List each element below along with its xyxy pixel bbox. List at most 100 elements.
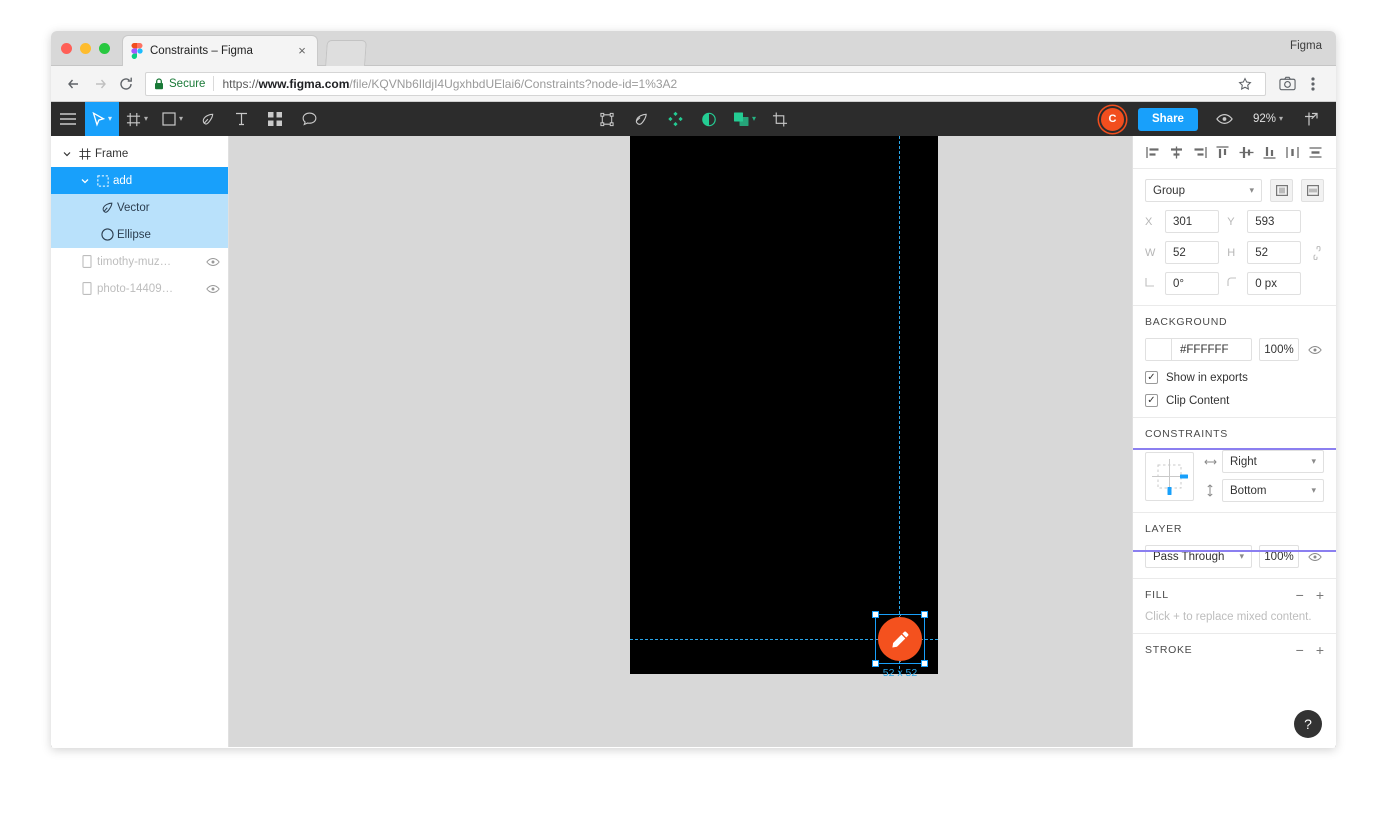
create-component-button[interactable] (658, 102, 692, 136)
clip-content-checkbox[interactable]: ✓ (1145, 394, 1158, 407)
eye-icon[interactable] (204, 284, 222, 294)
constraints-widget[interactable] (1145, 452, 1194, 501)
artboard-frame[interactable] (630, 136, 938, 674)
maximize-window-button[interactable] (99, 43, 110, 54)
background-section: BACKGROUND #FFFFFF 100% (1133, 306, 1336, 418)
components-tool-button[interactable] (258, 102, 292, 136)
avatar[interactable]: C (1101, 108, 1124, 131)
minimize-window-button[interactable] (80, 43, 91, 54)
object-type-select[interactable]: Group ▾ (1145, 179, 1262, 202)
help-button[interactable]: ? (1294, 710, 1322, 738)
add-fill-button[interactable]: + (1316, 589, 1324, 601)
browser-tab[interactable]: Constraints – Figma × (122, 35, 318, 66)
distribute-vertical-icon[interactable] (1306, 143, 1326, 161)
x-input[interactable]: 301 (1165, 210, 1219, 233)
remove-stroke-button[interactable]: − (1296, 644, 1304, 656)
corner-radius-input[interactable]: 0 px (1247, 272, 1301, 295)
eye-icon[interactable] (1306, 552, 1324, 562)
circle-icon (97, 228, 117, 241)
panel-fill-icon[interactable] (1270, 179, 1293, 202)
y-input[interactable]: 593 (1247, 210, 1301, 233)
blend-mode-select[interactable]: Pass Through ▾ (1145, 545, 1252, 568)
camera-icon[interactable] (1274, 71, 1300, 97)
rotation-input[interactable]: 0° (1165, 272, 1219, 295)
back-arrow-icon[interactable] (61, 71, 87, 97)
align-bottom-icon[interactable] (1259, 143, 1279, 161)
smooth-path-button[interactable] (624, 102, 658, 136)
vertical-constraint-select[interactable]: Bottom ▾ (1222, 479, 1324, 502)
resize-handle-top-right[interactable] (921, 611, 928, 618)
layer-row-frame[interactable]: Frame (51, 140, 228, 167)
align-top-icon[interactable] (1213, 143, 1233, 161)
star-icon[interactable] (1233, 72, 1257, 96)
add-stroke-button[interactable]: + (1316, 644, 1324, 656)
resize-handle-bottom-left[interactable] (872, 660, 879, 667)
boolean-groups-button[interactable]: ▾ (726, 102, 763, 136)
resize-handle-bottom-right[interactable] (921, 660, 928, 667)
layer-row-vector[interactable]: Vector (51, 194, 228, 221)
search-input[interactable]: Secure https://www.figma.com/file/KQVNb6… (145, 72, 1266, 96)
object-type-value: Group (1153, 185, 1185, 197)
comment-tool-button[interactable] (292, 102, 326, 136)
edit-object-button[interactable] (590, 102, 624, 136)
selection-box[interactable] (875, 614, 925, 664)
crop-button[interactable] (763, 102, 797, 136)
link-ratio-icon[interactable] (1309, 244, 1324, 262)
layer-row-image-2[interactable]: photo-14409… (51, 275, 228, 302)
share-button[interactable]: Share (1138, 108, 1198, 131)
shape-tool-button[interactable]: ▾ (155, 102, 190, 136)
close-icon[interactable]: × (295, 44, 309, 58)
present-eye-icon[interactable] (1208, 102, 1242, 136)
eye-icon[interactable] (204, 257, 222, 267)
color-swatch[interactable] (1146, 339, 1172, 360)
horizontal-constraint-select[interactable]: Right ▾ (1222, 450, 1324, 473)
layer-opacity-input[interactable]: 100% (1259, 545, 1299, 568)
move-tool-button[interactable]: ▾ (85, 102, 119, 136)
layer-row-image-1[interactable]: timothy-muz… (51, 248, 228, 275)
url-text: https://www.figma.com/file/KQVNb6IldjI4U… (222, 77, 1233, 91)
mask-button[interactable] (692, 102, 726, 136)
url-domain: www.figma.com (258, 77, 349, 91)
zoom-level-button[interactable]: 92% ▾ (1246, 102, 1290, 136)
new-tab-button[interactable] (325, 40, 367, 66)
resize-handle-top-left[interactable] (872, 611, 879, 618)
browser-tab-strip: Constraints – Figma × Share Figma (51, 31, 1336, 66)
layer-row-add[interactable]: add (51, 167, 228, 194)
canvas-area[interactable]: 52 x 52 (229, 136, 1132, 747)
background-color-field[interactable]: #FFFFFF (1145, 338, 1252, 361)
align-vertical-center-icon[interactable] (1236, 143, 1256, 161)
figma-toolbar: ▾ ▾ ▾ (51, 102, 1336, 136)
panel-fit-icon[interactable] (1301, 179, 1324, 202)
fill-header: FILL − + (1145, 589, 1324, 601)
close-window-button[interactable] (61, 43, 72, 54)
three-dot-menu-icon[interactable] (1300, 71, 1326, 97)
text-tool-button[interactable] (224, 102, 258, 136)
height-input[interactable]: 52 (1247, 241, 1301, 264)
browser-window: Constraints – Figma × Share Figma (51, 31, 1336, 748)
chevron-down-icon[interactable] (77, 178, 93, 184)
pen-tool-button[interactable] (190, 102, 224, 136)
background-opacity-input[interactable]: 100% (1259, 338, 1299, 361)
show-in-exports-checkbox[interactable]: ✓ (1145, 371, 1158, 384)
url-scheme: https:// (222, 77, 258, 91)
align-right-icon[interactable] (1190, 143, 1210, 161)
main-menu-button[interactable] (51, 102, 85, 136)
show-in-exports-row[interactable]: ✓ Show in exports (1145, 371, 1324, 384)
frame-tool-button[interactable]: ▾ (119, 102, 155, 136)
align-horizontal-center-icon[interactable] (1166, 143, 1186, 161)
clip-content-row[interactable]: ✓ Clip Content (1145, 394, 1324, 407)
background-color-row: #FFFFFF 100% (1145, 338, 1324, 361)
align-left-icon[interactable] (1143, 143, 1163, 161)
layer-row-ellipse[interactable]: Ellipse (51, 221, 228, 248)
expand-arrows-icon[interactable] (1294, 102, 1328, 136)
remove-fill-button[interactable]: − (1296, 589, 1304, 601)
chevron-down-icon[interactable] (59, 151, 75, 157)
layers-panel: Frame add (51, 136, 229, 747)
selection-size-label: 52 x 52 (875, 667, 925, 679)
chevron-down-icon: ▾ (1311, 456, 1316, 467)
width-input[interactable]: 52 (1165, 241, 1219, 264)
reload-icon[interactable] (113, 71, 139, 97)
eye-icon[interactable] (1306, 345, 1324, 355)
distribute-horizontal-icon[interactable] (1283, 143, 1303, 161)
image-icon (77, 282, 97, 295)
